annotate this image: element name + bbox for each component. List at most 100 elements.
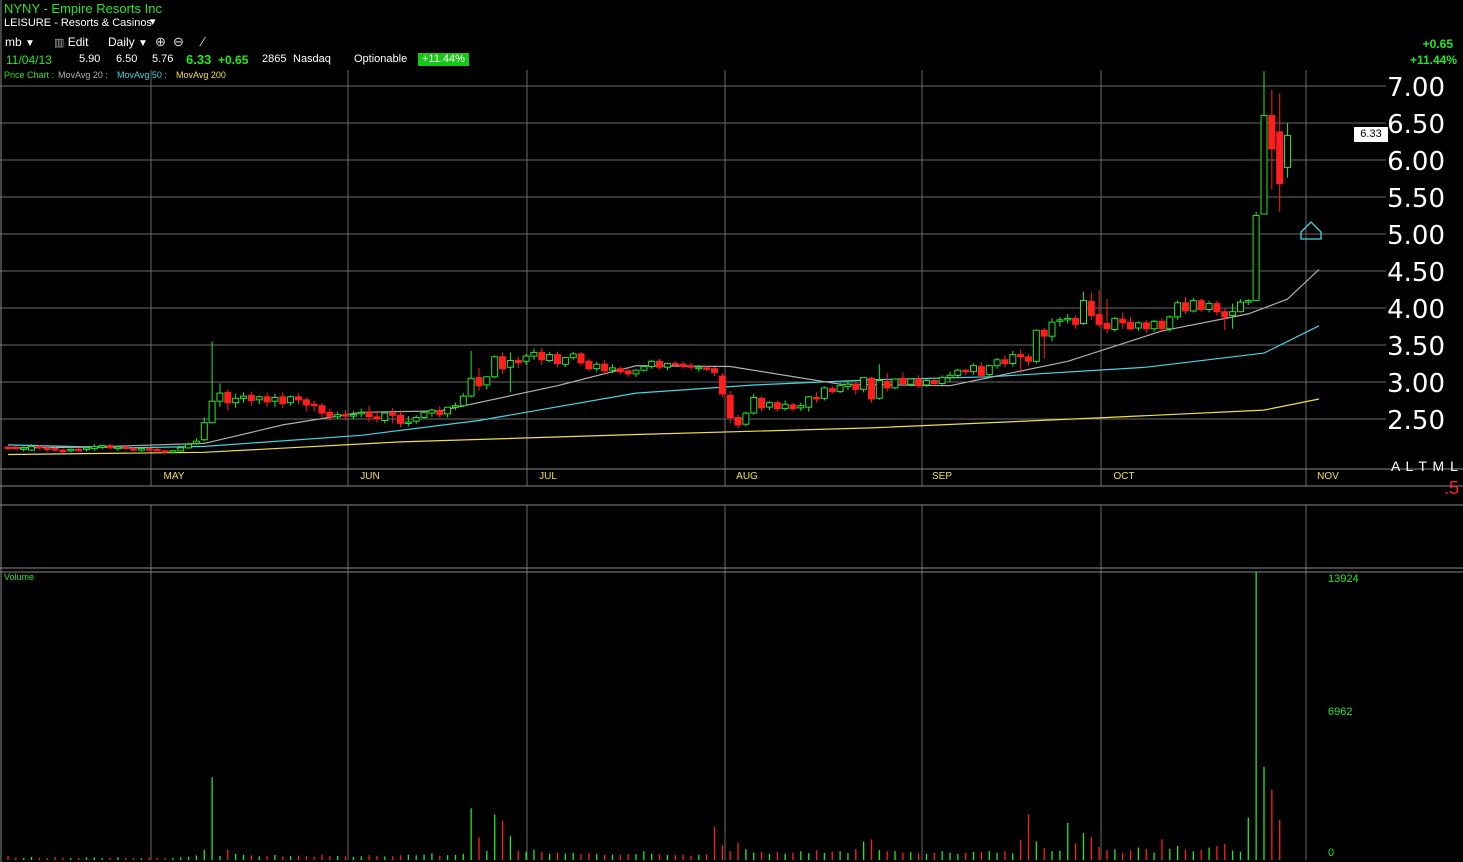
candle-up: [1284, 135, 1291, 168]
candle-down: [852, 383, 860, 390]
legend-price-chart[interactable]: Price Chart :: [4, 71, 54, 80]
month-tick-label: SEP: [932, 471, 952, 482]
legend-ma200[interactable]: MovAvg 200: [176, 71, 226, 80]
quote-exchange: Nasdaq: [293, 53, 331, 65]
current-bar-marker: [1300, 221, 1322, 240]
candle-up: [28, 445, 35, 451]
candle-up: [185, 443, 192, 449]
candle-down: [915, 378, 923, 387]
chevron-down-icon: ▼: [25, 38, 35, 49]
sector-dropdown-icon[interactable]: ▾: [150, 17, 156, 28]
candle-down: [585, 360, 593, 370]
candle-up: [530, 351, 538, 357]
candle-up: [1252, 215, 1260, 302]
candle-down: [1001, 359, 1009, 364]
candle-up: [20, 447, 28, 450]
candle-up: [459, 395, 467, 407]
candle-down: [145, 448, 153, 451]
candle-up: [1048, 321, 1056, 337]
candles-layer: [4, 71, 1291, 454]
candle-up: [663, 363, 671, 368]
candle-down: [1103, 323, 1111, 330]
candle-up: [255, 396, 263, 401]
candle-up: [208, 400, 216, 424]
candle-down: [601, 363, 609, 372]
candle-down: [789, 404, 797, 410]
candle-up: [287, 396, 295, 404]
candle-up: [946, 374, 954, 378]
candle-up: [765, 402, 773, 408]
candle-up: [561, 357, 569, 365]
month-tick-label: OCT: [1113, 471, 1134, 482]
candle-down: [1197, 300, 1205, 311]
candle-down: [161, 450, 169, 453]
altml-indicator[interactable]: A L T M L: [1391, 459, 1459, 476]
candle-down: [726, 394, 734, 418]
last-price-tag: 6.33: [1354, 127, 1388, 142]
legend-ma50[interactable]: MovAvg 50 :: [117, 71, 167, 80]
candle-up: [993, 359, 1001, 367]
quote-low: 5.76: [152, 53, 174, 65]
candle-up: [922, 380, 930, 386]
candle-down: [342, 414, 350, 417]
candle-down: [397, 414, 404, 424]
candle-down: [554, 354, 561, 365]
candle-down: [499, 356, 506, 370]
zoom-in-icon[interactable]: ⊕: [155, 35, 166, 48]
legend-ma20[interactable]: MovAvg 20 :: [58, 71, 108, 80]
candle-down: [656, 360, 663, 368]
candle-down: [773, 402, 781, 410]
candle-up: [985, 365, 993, 376]
right-change: +0.65: [1422, 37, 1453, 51]
candle-down: [1213, 303, 1221, 313]
volume-tick-label: 13924: [1328, 573, 1359, 585]
selected-bar-marker-icon: [1300, 221, 1322, 240]
candle-up: [381, 412, 389, 422]
candle-down: [302, 399, 310, 406]
edit-label: Edit: [67, 35, 89, 49]
candle-down: [59, 449, 67, 453]
price-tick-label: 4.50: [1387, 258, 1445, 288]
candle-down: [718, 375, 726, 395]
price-volume-chart: 7.006.506.005.505.004.504.003.503.002.50…: [0, 0, 1463, 862]
price-tick-label: 6.50: [1387, 110, 1445, 140]
candle-down: [4, 446, 12, 450]
draw-pen-icon[interactable]: ∕: [202, 35, 204, 48]
candle-up: [593, 363, 601, 370]
candle-down: [12, 446, 20, 450]
candle-down: [1017, 354, 1025, 358]
month-tick-label: JUN: [360, 471, 379, 482]
candle-up: [907, 378, 915, 385]
candle-up: [1166, 316, 1174, 330]
candle-up: [970, 365, 977, 373]
candle-down: [883, 380, 891, 389]
account-menu[interactable]: mb ▼: [5, 36, 35, 49]
candle-up: [137, 448, 145, 451]
candle-up: [546, 354, 554, 362]
candle-up: [98, 445, 106, 448]
period-menu[interactable]: Daily ▼: [108, 36, 148, 49]
candle-down: [279, 396, 287, 404]
price-tick-label: 5.00: [1387, 221, 1445, 251]
candle-down: [373, 416, 381, 420]
account-label: mb: [5, 35, 22, 49]
edit-menu[interactable]: ▥ Edit: [54, 36, 88, 49]
sector-label[interactable]: LEISURE - Resorts & Casinos: [4, 18, 152, 29]
candle-down: [1040, 329, 1048, 337]
candle-down: [436, 410, 444, 416]
candle-up: [1064, 317, 1072, 321]
candle-down: [1025, 356, 1032, 362]
candle-down: [326, 411, 334, 418]
chevron-down-icon: ▼: [138, 38, 148, 49]
candle-up: [844, 383, 852, 387]
candle-down: [1072, 317, 1080, 325]
zoom-out-icon[interactable]: ⊖: [173, 35, 184, 48]
symbol-title[interactable]: NYNY - Empire Resorts Inc: [4, 2, 162, 15]
quote-change: +0.65: [218, 53, 249, 67]
candle-up: [404, 421, 412, 424]
candle-up: [695, 366, 703, 370]
candle-up: [875, 380, 883, 399]
candle-down: [813, 397, 820, 400]
candle-down: [263, 396, 271, 403]
month-tick-label: JUL: [539, 471, 557, 482]
